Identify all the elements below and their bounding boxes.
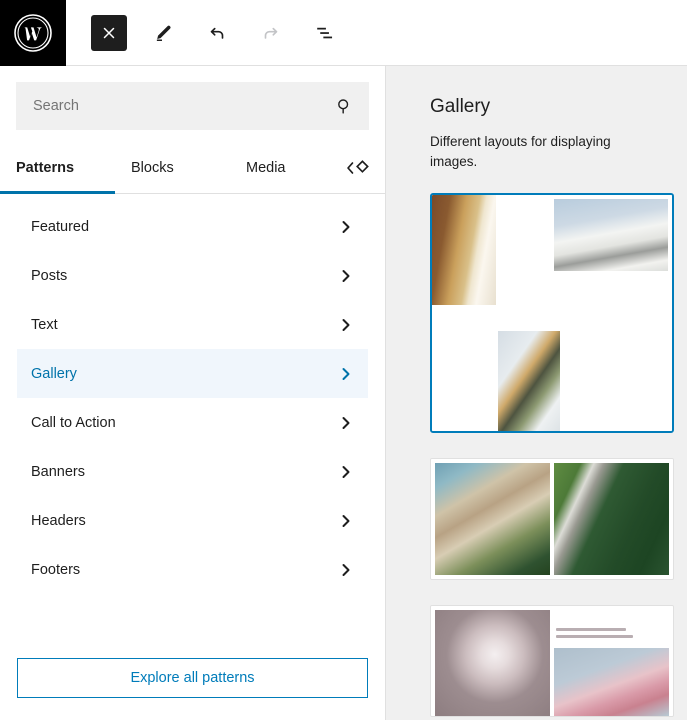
undo-icon <box>206 22 228 44</box>
editor-toolbar <box>0 0 687 66</box>
pattern-image <box>554 648 669 716</box>
category-item-call-to-action[interactable]: Call to Action <box>17 398 368 447</box>
category-label: Footers <box>31 562 80 578</box>
pattern-preview-panel: Gallery Different layouts for displaying… <box>386 66 687 720</box>
list-view-icon <box>314 22 336 44</box>
category-label: Featured <box>31 219 89 235</box>
category-label: Text <box>31 317 58 333</box>
list-view-button[interactable] <box>307 15 343 51</box>
pattern-preview-content <box>431 459 673 579</box>
search-area <box>0 66 385 130</box>
pattern-preview-content <box>432 195 672 431</box>
redo-button[interactable] <box>253 15 289 51</box>
category-item-gallery[interactable]: Gallery <box>17 349 368 398</box>
caption-line <box>556 635 633 638</box>
category-item-posts[interactable]: Posts <box>17 251 368 300</box>
pattern-caption-placeholder <box>554 610 669 648</box>
category-item-text[interactable]: Text <box>17 300 368 349</box>
block-inserter-panel: Patterns Blocks Media Feat <box>0 0 687 720</box>
inserter-sidebar: Patterns Blocks Media Feat <box>0 66 386 720</box>
close-icon <box>100 24 118 42</box>
caption-line <box>556 628 626 631</box>
search-input[interactable] <box>17 83 368 129</box>
chevron-right-icon <box>338 219 354 235</box>
tab-blocks-label: Blocks <box>131 160 174 176</box>
category-label: Posts <box>31 268 67 284</box>
pattern-image-column <box>554 610 669 716</box>
pencil-icon <box>152 22 174 44</box>
category-label: Banners <box>31 464 85 480</box>
chevron-right-icon <box>338 464 354 480</box>
double-chevron-diamond-icon[interactable] <box>345 142 371 193</box>
pattern-card-list <box>430 193 671 717</box>
edit-tool-button[interactable] <box>145 15 181 51</box>
flowers-gallery-pattern[interactable] <box>430 605 674 717</box>
tab-media[interactable]: Media <box>230 142 345 193</box>
undo-button[interactable] <box>199 15 235 51</box>
chevron-right-icon <box>338 513 354 529</box>
chevron-right-icon <box>338 268 354 284</box>
pattern-image <box>554 199 668 271</box>
pattern-image <box>554 463 669 575</box>
offset-gallery-pattern[interactable] <box>430 193 674 433</box>
tab-media-label: Media <box>246 160 286 176</box>
wordpress-logo[interactable] <box>0 0 66 66</box>
search-icon <box>334 96 354 116</box>
tab-patterns[interactable]: Patterns <box>0 142 115 193</box>
redo-icon <box>260 22 282 44</box>
chevron-right-icon <box>338 317 354 333</box>
chevron-right-icon <box>338 366 354 382</box>
preview-description: Different layouts for displaying images. <box>430 132 640 171</box>
explore-all-patterns-button[interactable]: Explore all patterns <box>17 658 368 698</box>
pattern-image <box>432 195 496 305</box>
preview-title: Gallery <box>430 96 671 118</box>
category-label: Headers <box>31 513 86 529</box>
pattern-image <box>498 331 560 431</box>
category-item-banners[interactable]: Banners <box>17 447 368 496</box>
inserter-tabs: Patterns Blocks Media <box>0 142 385 194</box>
category-item-footers[interactable]: Footers <box>17 545 368 594</box>
inserter-body: Patterns Blocks Media Feat <box>0 66 687 720</box>
pattern-image <box>435 463 550 575</box>
chevron-right-icon <box>338 562 354 578</box>
two-column-aerial-gallery-pattern[interactable] <box>430 458 674 580</box>
chevron-right-icon <box>338 415 354 431</box>
tab-patterns-label: Patterns <box>16 160 74 176</box>
pattern-preview-content <box>431 606 673 716</box>
search-box[interactable] <box>16 82 369 130</box>
inserter-footer: Explore all patterns <box>0 644 385 720</box>
toolbar-buttons <box>66 0 343 65</box>
pattern-category-list: Featured Posts Text <box>0 194 385 644</box>
pattern-image <box>435 610 550 716</box>
category-item-featured[interactable]: Featured <box>17 202 368 251</box>
category-label: Gallery <box>31 366 77 382</box>
tab-blocks[interactable]: Blocks <box>115 142 230 193</box>
close-inserter-button[interactable] <box>91 15 127 51</box>
category-label: Call to Action <box>31 415 116 431</box>
category-item-headers[interactable]: Headers <box>17 496 368 545</box>
